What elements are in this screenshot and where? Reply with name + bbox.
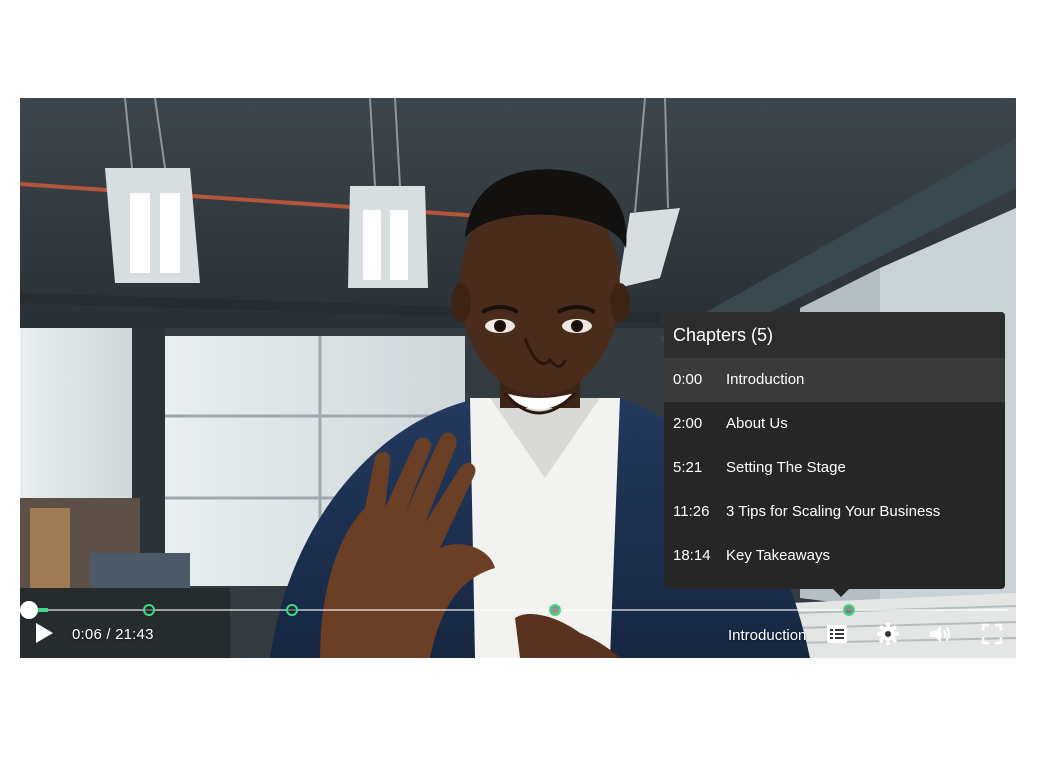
chapter-time: 11:26: [673, 503, 710, 520]
chapter-item-setting-the-stage[interactable]: 5:21 Setting The Stage: [664, 446, 1005, 490]
chapter-marker[interactable]: [143, 604, 155, 616]
chapter-time: 5:21: [673, 459, 703, 476]
chapter-item-introduction[interactable]: 0:00 Introduction: [664, 358, 1005, 402]
video-player[interactable]: Chapters (5) 0:00 Introduction 2:00 Abou…: [20, 98, 1016, 658]
chapter-label: About Us: [726, 415, 788, 432]
chapter-label: Introduction: [726, 371, 805, 388]
play-icon[interactable]: [34, 622, 54, 644]
chapter-marker[interactable]: [843, 604, 855, 616]
progress-bar[interactable]: [20, 601, 1016, 619]
fullscreen-icon[interactable]: [980, 622, 1004, 646]
chapter-label: Setting The Stage: [726, 459, 846, 476]
chapter-time: 0:00: [673, 371, 703, 388]
chapters-menu-pointer: [833, 589, 849, 597]
chapter-marker[interactable]: [549, 604, 561, 616]
chapter-item-3-tips[interactable]: 11:26 3 Tips for Scaling Your Business: [664, 490, 1005, 534]
settings-icon[interactable]: [876, 622, 900, 646]
volume-icon[interactable]: [928, 622, 952, 646]
chapter-item-key-takeaways[interactable]: 18:14 Key Takeaways: [664, 534, 1005, 578]
chapters-menu: Chapters (5) 0:00 Introduction 2:00 Abou…: [664, 312, 1005, 597]
chapters-title: Chapters (5): [664, 312, 1005, 358]
progress-track[interactable]: [28, 609, 1008, 611]
chapter-marker[interactable]: [286, 604, 298, 616]
current-chapter-label: Introduction: [728, 627, 807, 644]
chapter-item-about-us[interactable]: 2:00 About Us: [664, 402, 1005, 446]
chapter-label: 3 Tips for Scaling Your Business: [726, 503, 941, 520]
playhead-handle[interactable]: [20, 601, 38, 619]
chapters-icon[interactable]: [825, 622, 849, 646]
chapter-label: Key Takeaways: [726, 547, 830, 564]
chapter-time: 2:00: [673, 415, 703, 432]
chapter-time: 18:14: [673, 547, 711, 564]
time-display: 0:06 / 21:43: [72, 626, 154, 643]
